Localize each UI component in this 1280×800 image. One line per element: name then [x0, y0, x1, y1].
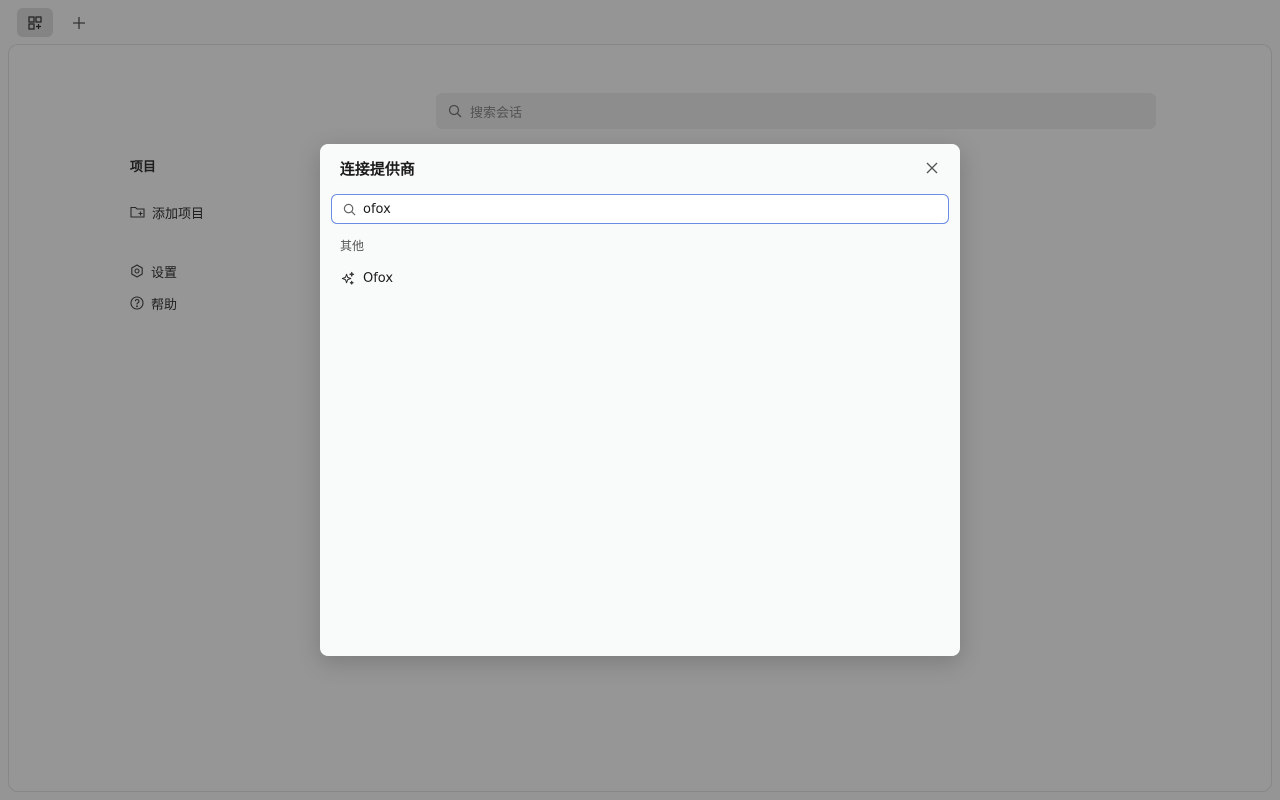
close-dialog-button[interactable] [924, 160, 940, 176]
provider-search-field[interactable] [331, 194, 949, 224]
provider-item-ofox[interactable]: Ofox [332, 266, 948, 290]
connect-provider-dialog: 连接提供商 其他 Ofox [320, 144, 960, 656]
close-icon [926, 162, 938, 174]
search-icon [343, 203, 356, 215]
provider-item-label: Ofox [363, 270, 394, 286]
dialog-title: 连接提供商 [340, 160, 416, 178]
provider-search-input[interactable] [363, 196, 923, 222]
sparkles-icon [341, 271, 355, 285]
group-label-other: 其他 [340, 239, 365, 253]
